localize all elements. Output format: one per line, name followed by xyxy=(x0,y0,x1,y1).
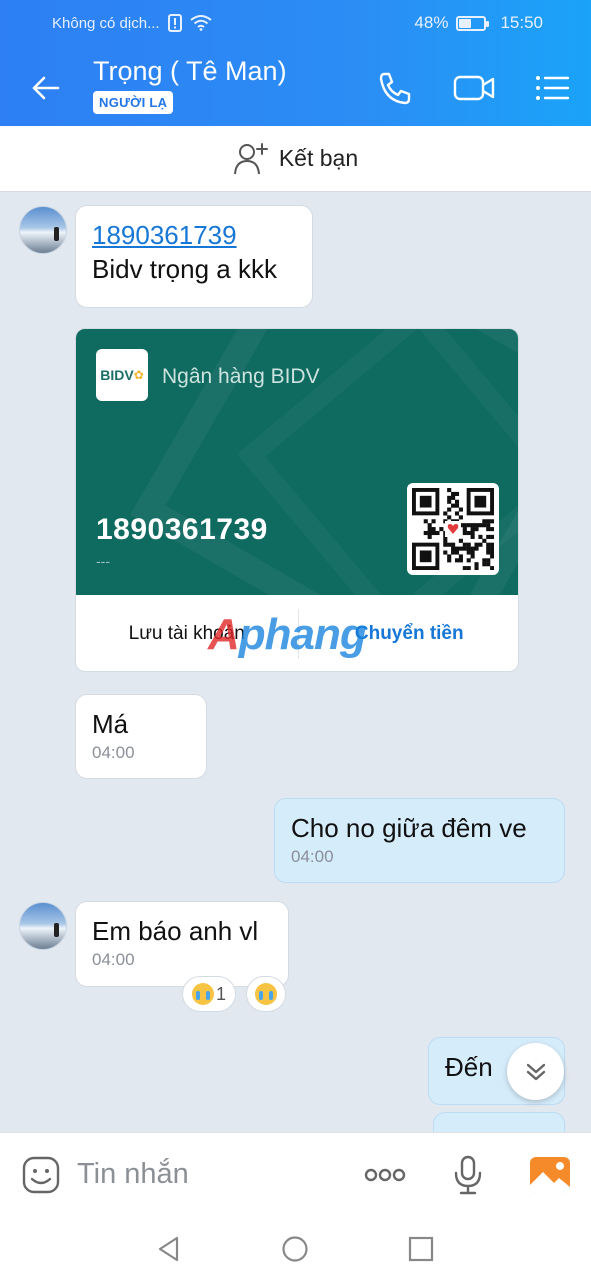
my-message-bubble[interactable]: Cho no giữa đêm ve 04:00 xyxy=(274,798,565,883)
message-text: Em báo anh vl xyxy=(92,916,259,946)
add-friend-icon xyxy=(233,142,268,174)
nav-home-icon[interactable] xyxy=(281,1235,309,1263)
sticker-icon[interactable] xyxy=(19,1153,63,1197)
message-text: Má xyxy=(92,709,129,739)
message-input[interactable]: Tin nhắn xyxy=(77,1158,189,1191)
nav-recents-icon[interactable] xyxy=(407,1235,435,1263)
card-account-number: 1890361739 xyxy=(96,513,268,546)
battery-icon xyxy=(456,15,490,31)
message-bubble[interactable]: 1890361739 Bidv trọng a kkk xyxy=(75,205,313,308)
menu-list-icon[interactable] xyxy=(530,66,574,110)
contact-name[interactable]: Trọng ( Tê Man) xyxy=(93,56,287,87)
phone-icon[interactable] xyxy=(373,66,417,110)
message-text: Bidv trọng a kkk xyxy=(92,254,277,284)
sim-alert-icon xyxy=(167,14,182,32)
reaction-summary[interactable]: 1 xyxy=(182,976,236,1012)
double-chevron-down-icon xyxy=(526,1063,545,1080)
message-bubble[interactable]: Em báo anh vl 04:00 xyxy=(75,901,289,987)
message-text: Cho no giữa đêm ve xyxy=(291,813,527,843)
stranger-badge: NGƯỜI LẠ xyxy=(93,91,174,114)
battery-percent: 48% xyxy=(414,13,449,32)
wifi-icon xyxy=(189,15,212,31)
message-bubble[interactable]: Má 04:00 xyxy=(75,694,207,779)
status-bar: Không có dịch... 48% 15:50 xyxy=(0,0,591,46)
account-number-link[interactable]: 1890361739 xyxy=(92,218,296,252)
message-time: 04:00 xyxy=(92,743,135,762)
scroll-to-bottom-button[interactable] xyxy=(507,1043,564,1100)
add-friend-bar[interactable]: Kết bạn xyxy=(0,126,591,192)
add-reaction-button[interactable] xyxy=(246,976,286,1012)
account-holder: --- xyxy=(96,553,110,569)
back-arrow-icon[interactable] xyxy=(24,66,68,110)
nav-back-icon[interactable] xyxy=(155,1235,183,1263)
more-icon[interactable] xyxy=(363,1153,407,1197)
bank-name: Ngân hàng BIDV xyxy=(162,365,320,388)
message-time: 04:00 xyxy=(92,950,135,969)
crying-emoji-icon xyxy=(191,983,214,1005)
qr-code[interactable] xyxy=(407,483,499,575)
clock: 15:50 xyxy=(500,13,543,32)
carrier-text: Không có dịch... xyxy=(52,14,160,32)
system-navigation-bar xyxy=(0,1218,591,1280)
video-call-icon[interactable] xyxy=(452,66,496,110)
image-icon[interactable] xyxy=(528,1153,572,1197)
card-body: BIDV ✿ Ngân hàng BIDV 1890361739 --- xyxy=(76,329,518,595)
avatar[interactable] xyxy=(19,206,67,254)
avatar[interactable] xyxy=(19,902,67,950)
message-input-bar: Tin nhắn xyxy=(0,1132,591,1218)
reaction-count: 1 xyxy=(215,983,226,1004)
message-time: 04:00 xyxy=(291,847,334,866)
bank-logo: BIDV ✿ xyxy=(96,349,148,401)
add-friend-label: Kết bạn xyxy=(278,145,359,171)
crying-emoji-icon xyxy=(255,983,277,1005)
top-bar: Không có dịch... 48% 15:50 Trọng ( Tê Ma… xyxy=(0,0,591,126)
microphone-icon[interactable] xyxy=(446,1153,490,1197)
watermark-logo: Aphang xyxy=(208,610,367,659)
chat-header: Trọng ( Tê Man) NGƯỜI LẠ xyxy=(0,46,591,126)
